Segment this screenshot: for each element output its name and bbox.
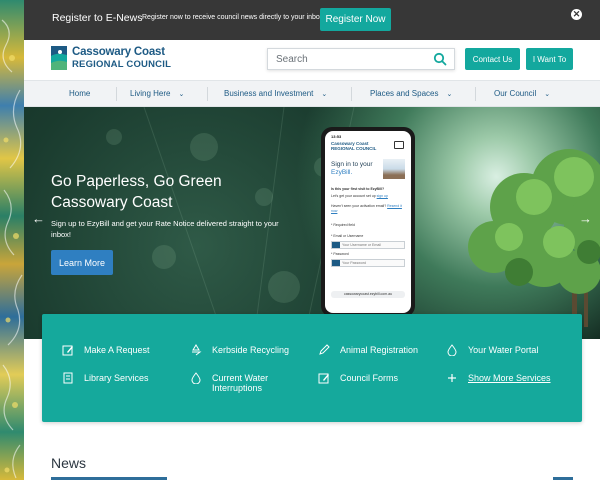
nav-item-living-here[interactable]: Living Here ⌄ <box>130 89 184 98</box>
key-icon <box>332 260 340 266</box>
phone-password-label: * Password <box>331 252 349 256</box>
main-nav: Home Living Here ⌄ Business and Investmen… <box>24 80 600 107</box>
user-icon <box>332 242 340 248</box>
council-logo-icon[interactable] <box>51 46 67 70</box>
phone-brand-text: EzyBill. <box>331 169 353 176</box>
pencil-square-icon <box>62 345 73 356</box>
next-slide-arrow-icon[interactable]: → <box>579 212 592 225</box>
previous-slide-arrow-icon[interactable]: ← <box>32 212 45 225</box>
close-icon[interactable]: ✕ <box>571 9 582 20</box>
phone-signup-link: sign up <box>376 194 388 198</box>
phone-url-bar: cassowarycoast.ezybill.com.au <box>331 291 405 298</box>
phone-logo-text: Cassowary Coast REGIONAL COUNCIL <box>331 141 377 151</box>
hero-title: Go Paperless, Go Green Cassowary Coast <box>51 173 222 211</box>
nav-item-our-council[interactable]: Our Council ⌄ <box>494 89 550 98</box>
enews-title: Register to E-News <box>52 12 143 24</box>
logo-title[interactable]: Cassowary Coast <box>72 46 165 58</box>
i-want-to-button[interactable]: I Want To <box>526 48 573 70</box>
service-label: Council Forms <box>340 373 399 383</box>
enews-description: Register now to receive council news dir… <box>142 14 326 21</box>
phone-sign-in-text: Sign in to your <box>331 161 373 168</box>
chevron-down-icon: ⌄ <box>446 91 453 98</box>
search-input[interactable] <box>276 52 426 67</box>
phone-mockup-image: 13:53 Cassowary Coast REGIONAL COUNCIL S… <box>321 127 415 317</box>
nav-item-label: Living Here <box>130 89 171 98</box>
nav-item-label: Business and Investment <box>224 89 314 98</box>
phone-email-field: Your Username or Email <box>331 241 405 249</box>
pencil-icon <box>319 344 330 355</box>
learn-more-button[interactable]: Learn More <box>51 250 113 275</box>
menu-icon <box>394 141 404 149</box>
phone-time: 13:53 <box>331 134 342 139</box>
phone-hint-2-text: Haven't seen your activation email? <box>331 204 387 208</box>
nav-divider <box>351 87 352 101</box>
water-drop-icon <box>191 372 201 384</box>
service-label: Show More Services <box>468 373 551 383</box>
phone-email-placeholder: Your Username or Email <box>342 243 382 247</box>
site-header: Cassowary Coast REGIONAL COUNCIL Contact… <box>24 40 600 80</box>
phone-beach-image <box>383 159 405 179</box>
phone-hint-2: Haven't seen your activation email? Rese… <box>331 204 405 214</box>
nav-item-label: Our Council <box>494 89 537 98</box>
enews-banner: Register to E-News Register now to recei… <box>24 0 600 40</box>
quick-services-panel: Make A Request Kerbside Recycling Animal… <box>42 314 582 422</box>
service-label: Your Water Portal <box>468 345 539 355</box>
news-heading: News <box>51 455 87 471</box>
nav-divider <box>475 87 476 101</box>
phone-first-visit: Is this your first visit to EzyBill? <box>331 187 385 191</box>
chevron-down-icon: ⌄ <box>321 91 328 98</box>
decorative-side-strip <box>0 0 24 480</box>
water-drop-icon <box>447 344 457 356</box>
search-icon[interactable] <box>432 51 448 67</box>
phone-sign-in-heading: Sign in to your EzyBill. <box>331 161 373 177</box>
contact-us-button[interactable]: Contact Us <box>465 48 520 70</box>
phone-email-label: * Email or Username <box>331 234 364 238</box>
hero-description: Sign up to EzyBill and get your Rate Not… <box>51 219 279 239</box>
service-label: Make A Request <box>84 345 150 355</box>
nav-item-business-and-investment[interactable]: Business and Investment ⌄ <box>224 89 327 98</box>
pencil-square-icon <box>318 373 329 384</box>
hero-slider: Go Paperless, Go Green Cassowary Coast S… <box>24 107 600 339</box>
service-label: Library Services <box>84 373 149 383</box>
nav-item-label: Home <box>69 89 91 98</box>
phone-hint-1-text: Let's get your account set up <box>331 194 376 198</box>
phone-screen: 13:53 Cassowary Coast REGIONAL COUNCIL S… <box>325 131 411 313</box>
chevron-down-icon: ⌄ <box>178 91 185 98</box>
nav-item-label: Places and Spaces <box>370 89 439 98</box>
recycle-icon <box>192 344 202 356</box>
logo-subtitle[interactable]: REGIONAL COUNCIL <box>72 59 171 70</box>
service-label: Current Water Interruptions <box>212 373 269 393</box>
service-label: Animal Registration <box>340 345 419 355</box>
service-label: Kerbside Recycling <box>212 345 290 355</box>
nav-divider <box>116 87 117 101</box>
register-now-button[interactable]: Register Now <box>320 8 391 31</box>
phone-password-field: Your Password <box>331 259 405 267</box>
nav-divider <box>207 87 208 101</box>
search-box <box>267 48 455 70</box>
phone-hint-1: Let's get your account set up sign up <box>331 194 405 199</box>
plus-icon <box>448 374 456 382</box>
nav-item-home[interactable]: Home <box>69 89 90 98</box>
book-icon <box>63 372 73 384</box>
chevron-down-icon: ⌄ <box>544 91 551 98</box>
nav-item-places-and-spaces[interactable]: Places and Spaces ⌄ <box>370 89 452 98</box>
phone-password-placeholder: Your Password <box>342 261 367 265</box>
phone-required-note: * Required field <box>331 223 355 227</box>
